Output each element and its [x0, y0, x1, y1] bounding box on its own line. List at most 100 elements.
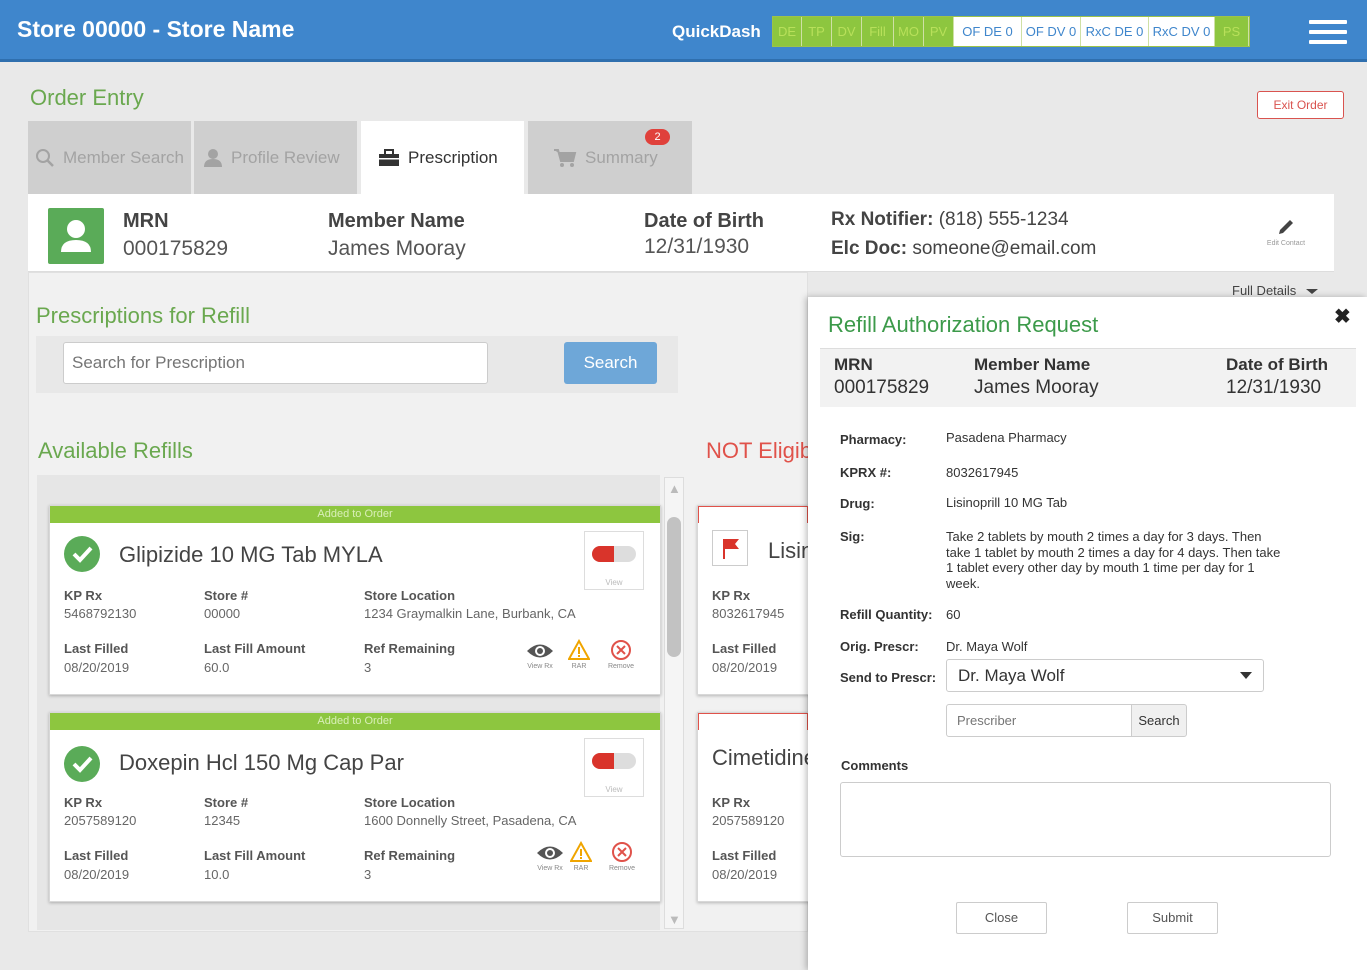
- tab-label: Member Search: [63, 147, 184, 167]
- tab-label: Prescription: [408, 148, 498, 167]
- store-location-label: Store Location: [364, 795, 456, 810]
- quickdash-item[interactable]: RxC DV 0: [1149, 17, 1215, 46]
- send-to-prescriber-select[interactable]: Dr. Maya Wolf: [946, 659, 1264, 692]
- drug-name: Lisinopril: [768, 538, 809, 563]
- tab-profile-review[interactable]: Profile Review: [194, 121, 357, 194]
- store-location-value: 1600 Donnelly Street, Pasadena, CA: [364, 813, 577, 828]
- comments-textarea[interactable]: [840, 782, 1331, 857]
- not-eligible-banner: [698, 713, 808, 730]
- modal-name-label: Member Name: [974, 355, 1091, 374]
- tab-label: Summary: [585, 147, 658, 167]
- member-name-label: Member Name: [328, 210, 465, 232]
- prescriber-search-button[interactable]: Search: [1131, 704, 1187, 737]
- quickdash-item[interactable]: Fill: [862, 17, 894, 46]
- not-eligible-card: Lisinopril KP Rx 8032617945 Last Filled …: [697, 505, 809, 695]
- refill-quantity-value: 60: [946, 607, 961, 622]
- added-to-order-banner: Added to Order: [50, 713, 660, 730]
- store-title: Store 00000 - Store Name: [17, 16, 295, 42]
- dob-value: 12/31/1930: [644, 235, 750, 258]
- close-button[interactable]: Close: [956, 902, 1047, 934]
- elc-doc-label: Elc Doc:: [831, 238, 908, 259]
- edit-contact-button[interactable]: Edit Contact: [1262, 216, 1310, 247]
- store-value: 12345: [204, 813, 241, 828]
- last-fill-amount-value: 60.0: [204, 660, 230, 675]
- view-rx-button[interactable]: View Rx: [522, 641, 558, 670]
- view-pill-button[interactable]: View: [584, 531, 644, 590]
- quickdash-item[interactable]: PV: [924, 17, 954, 46]
- drug-name: Glipizide 10 MG Tab MYLA: [119, 542, 383, 567]
- scroll-down-icon[interactable]: ▼: [668, 912, 681, 927]
- pencil-icon: [1279, 220, 1293, 234]
- view-pill-button[interactable]: View: [584, 738, 644, 797]
- remove-icon: [611, 640, 631, 660]
- quickdash-item[interactable]: DE: [773, 17, 802, 46]
- kp-rx-value: 8032617945: [712, 606, 785, 621]
- refill-card: Added to Order Doxepin Hcl 150 Mg Cap Pa…: [49, 712, 661, 902]
- prescription-search-input[interactable]: [63, 342, 488, 384]
- submit-button[interactable]: Submit: [1127, 902, 1218, 934]
- quickdash-item[interactable]: DV: [832, 17, 862, 46]
- rar-button[interactable]: RAR: [566, 638, 592, 670]
- store-location-label: Store Location: [364, 588, 456, 603]
- dob-label: Date of Birth: [644, 210, 764, 232]
- view-label: View: [605, 578, 623, 587]
- quickdash-item[interactable]: TP: [802, 17, 832, 46]
- briefcase-icon: [379, 149, 399, 166]
- checkmark-icon[interactable]: [64, 536, 100, 572]
- last-filled-label: Last Filled: [712, 848, 777, 863]
- sig-label: Sig:: [840, 529, 865, 544]
- scroll-up-icon[interactable]: ▲: [668, 481, 681, 496]
- hamburger-menu-icon[interactable]: [1309, 20, 1347, 46]
- view-rx-button[interactable]: View Rx: [532, 843, 568, 872]
- close-icon[interactable]: ✖: [1334, 304, 1351, 329]
- quickdash-item[interactable]: PS: [1215, 17, 1249, 46]
- drug-name: Cimetidine: [712, 745, 809, 770]
- checkmark-icon[interactable]: [64, 746, 100, 782]
- quickdash-item[interactable]: OF DV 0: [1022, 17, 1081, 46]
- elc-doc: Elc Doc: someone@email.com: [831, 238, 1096, 260]
- cart-icon: [554, 148, 577, 167]
- prescription-search-button[interactable]: Search: [564, 342, 657, 384]
- warning-icon: [569, 840, 593, 862]
- tab-label: Profile Review: [231, 147, 340, 167]
- full-details-toggle[interactable]: Full Details: [1232, 283, 1318, 298]
- remove-label: Remove: [607, 663, 635, 670]
- eye-icon: [537, 846, 563, 860]
- remove-button[interactable]: Remove: [604, 639, 638, 670]
- quickdash-label: QuickDash: [672, 22, 761, 41]
- drug-label: Drug:: [840, 496, 875, 511]
- elc-doc-value: someone@email.com: [912, 238, 1097, 259]
- rar-button[interactable]: RAR: [568, 840, 594, 872]
- rx-notifier-value: (818) 555-1234: [938, 209, 1069, 230]
- kprx-value: 8032617945: [946, 465, 1019, 480]
- tab-prescription[interactable]: Prescription: [361, 121, 524, 195]
- rx-notifier: Rx Notifier: (818) 555-1234: [831, 209, 1069, 231]
- last-filled-label: Last Filled: [64, 641, 129, 656]
- quickdash-item[interactable]: OF DE 0: [954, 17, 1022, 46]
- quickdash-item[interactable]: RxC DE 0: [1081, 17, 1149, 46]
- prescriber-search-input[interactable]: [946, 704, 1132, 737]
- orig-prescriber-value: Dr. Maya Wolf: [946, 639, 1028, 654]
- quickdash-item[interactable]: MO: [894, 17, 924, 46]
- last-filled-label: Last Filled: [712, 641, 777, 656]
- exit-order-button[interactable]: Exit Order: [1257, 91, 1344, 119]
- pharmacy-label: Pharmacy:: [840, 432, 907, 447]
- last-fill-amount-label: Last Fill Amount: [204, 641, 306, 656]
- tab-member-search[interactable]: Member Search: [28, 121, 191, 194]
- last-fill-amount-label: Last Fill Amount: [204, 848, 306, 863]
- flag-button[interactable]: [712, 530, 748, 566]
- mrn-label: MRN: [123, 210, 169, 232]
- last-filled-label: Last Filled: [64, 848, 129, 863]
- scrollbar-thumb[interactable]: [667, 517, 681, 657]
- view-label: View: [605, 785, 623, 794]
- ref-remaining-label: Ref Remaining: [364, 641, 456, 656]
- modal-dob-label: Date of Birth: [1226, 355, 1328, 374]
- warning-icon: [567, 638, 591, 660]
- last-filled-value: 08/20/2019: [712, 660, 778, 675]
- last-filled-value: 08/20/2019: [64, 660, 130, 675]
- modal-title: Refill Authorization Request: [828, 312, 1099, 337]
- kp-rx-label: KP Rx: [64, 588, 103, 603]
- view-rx-label: View Rx: [537, 865, 563, 872]
- search-icon: [36, 148, 54, 167]
- remove-button[interactable]: Remove: [605, 841, 639, 872]
